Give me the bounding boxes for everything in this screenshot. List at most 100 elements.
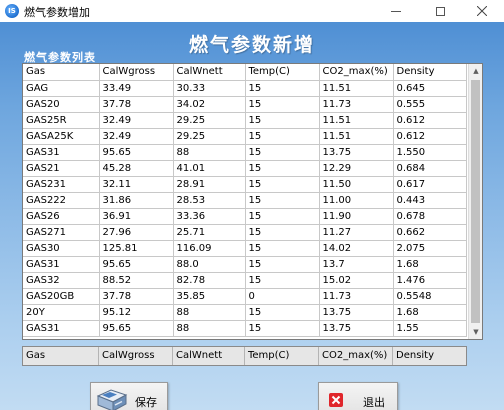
table-row[interactable]: GAS31 95.65 88.0 15 13.7 1.68 [23,256,467,273]
table-row[interactable]: GASA25K 32.49 29.25 15 11.51 0.612 [23,128,467,145]
table-cell[interactable]: 15 [245,112,320,129]
table-cell[interactable]: Temp(C) [245,64,320,81]
table-cell[interactable]: 35.85 [173,288,246,305]
scroll-down-arrow-icon[interactable]: ▼ [469,325,482,339]
table-cell[interactable]: 0.5548 [393,288,467,305]
table-cell[interactable]: CalWgross [99,64,174,81]
scroll-thumb[interactable] [471,80,480,323]
table-cell[interactable]: 15.02 [319,272,394,289]
table-cell[interactable]: GAS20 [23,96,100,113]
table-cell[interactable]: 15 [245,80,320,97]
table-cell[interactable]: 15 [245,272,320,289]
table-cell[interactable]: 29.25 [173,128,246,145]
table-cell[interactable]: 15 [245,256,320,273]
table-cell[interactable]: 95.65 [99,144,174,161]
table-cell[interactable]: 15 [245,208,320,225]
table-cell[interactable]: 1.55 [393,320,467,337]
table-cell[interactable]: 88 [173,320,246,337]
table-cell[interactable]: 88.52 [99,272,174,289]
table-cell[interactable]: GAS231 [23,176,100,193]
table-cell[interactable]: 0.662 [393,224,467,241]
minimize-button[interactable] [376,0,416,22]
table-cell[interactable]: 2.075 [393,240,467,257]
table-cell[interactable]: 29.25 [173,112,246,129]
table-cell[interactable]: Gas [23,64,100,81]
table-cell[interactable]: GAS30 [23,240,100,257]
save-button[interactable]: 保存 [90,382,168,410]
table-row[interactable]: GAS31 95.65 88 15 13.75 1.550 [23,144,467,161]
density-field[interactable]: Density [393,347,466,365]
table-cell[interactable]: 45.28 [99,160,174,177]
table-row[interactable]: GAS20GB 37.78 35.85 0 11.73 0.5548 [23,288,467,305]
table-cell[interactable]: 15 [245,224,320,241]
table-cell[interactable]: 88.0 [173,256,246,273]
table-cell[interactable]: 12.29 [319,160,394,177]
vertical-scrollbar[interactable]: ▲ ▼ [468,64,482,339]
table-cell[interactable]: 125.81 [99,240,174,257]
table-cell[interactable]: 11.00 [319,192,394,209]
table-cell[interactable]: 82.78 [173,272,246,289]
table-cell[interactable]: 15 [245,144,320,161]
table-cell[interactable]: 0.684 [393,160,467,177]
table-cell[interactable]: 0.678 [393,208,467,225]
maximize-button[interactable] [420,0,460,22]
table-cell[interactable]: GAS271 [23,224,100,241]
table-cell[interactable]: CalWnett [173,64,246,81]
table-cell[interactable]: CO2_max(%) [319,64,394,81]
table-row[interactable]: GAS32 88.52 82.78 15 15.02 1.476 [23,272,467,289]
table-row[interactable]: GAS31 95.65 88 15 13.75 1.55 [23,320,467,337]
table-cell[interactable]: 1.68 [393,256,467,273]
table-cell[interactable]: 1.550 [393,144,467,161]
table-row[interactable]: GAS26 36.91 33.36 15 11.90 0.678 [23,208,467,225]
table-cell[interactable]: 15 [245,96,320,113]
table-cell[interactable]: 33.36 [173,208,246,225]
table-row[interactable]: 20Y 95.12 88 15 13.75 1.68 [23,304,467,321]
table-row[interactable]: GAS30 125.81 116.09 15 14.02 2.075 [23,240,467,257]
table-cell[interactable]: 1.476 [393,272,467,289]
co2-max-field[interactable]: CO2_max(%) [319,347,393,365]
table-cell[interactable]: 95.65 [99,256,174,273]
table-cell[interactable]: 0.555 [393,96,467,113]
table-cell[interactable]: 95.12 [99,304,174,321]
table-cell[interactable]: 20Y [23,304,100,321]
table-cell[interactable]: 32.11 [99,176,174,193]
table-cell[interactable]: 37.78 [99,96,174,113]
table-cell[interactable]: 27.96 [99,224,174,241]
table-row[interactable]: GAS222 31.86 28.53 15 11.00 0.443 [23,192,467,209]
table-cell[interactable]: 28.53 [173,192,246,209]
table-cell[interactable]: 1.68 [393,304,467,321]
table-cell[interactable]: GAS31 [23,256,100,273]
table-header-row[interactable]: Gas CalWgross CalWnett Temp(C) CO2_max(%) Den… [23,64,467,81]
table-cell[interactable]: GAG [23,80,100,97]
table-cell[interactable]: 13.7 [319,256,394,273]
table-cell[interactable]: 28.91 [173,176,246,193]
table-cell[interactable]: 31.86 [99,192,174,209]
table-cell[interactable]: 37.78 [99,288,174,305]
table-cell[interactable]: 15 [245,320,320,337]
table-cell[interactable]: 88 [173,304,246,321]
table-cell[interactable]: 11.90 [319,208,394,225]
table-row[interactable]: GAS21 45.28 41.01 15 12.29 0.684 [23,160,467,177]
table-cell[interactable]: 11.27 [319,224,394,241]
scroll-up-arrow-icon[interactable]: ▲ [469,64,482,78]
table-cell[interactable]: 0.645 [393,80,467,97]
table-cell[interactable]: 13.75 [319,320,394,337]
table-cell[interactable]: 11.51 [319,112,394,129]
table-cell[interactable]: 88 [173,144,246,161]
table-cell[interactable]: 25.71 [173,224,246,241]
table-cell[interactable]: 15 [245,240,320,257]
table-cell[interactable]: GAS31 [23,144,100,161]
table-cell[interactable]: GAS26 [23,208,100,225]
table-cell[interactable]: 15 [245,160,320,177]
table-cell[interactable]: GAS21 [23,160,100,177]
table-row[interactable]: GAS271 27.96 25.71 15 11.27 0.662 [23,224,467,241]
table-cell[interactable]: GAS25R [23,112,100,129]
table-row[interactable]: GAG 33.49 30.33 15 11.51 0.645 [23,80,467,97]
exit-button[interactable]: 退出 [318,382,398,410]
calwgross-field[interactable]: CalWgross [99,347,173,365]
gas-name-field[interactable]: Gas [23,347,99,365]
table-row[interactable]: GAS20 37.78 34.02 15 11.73 0.555 [23,96,467,113]
table-cell[interactable]: GAS20GB [23,288,100,305]
table-cell[interactable]: 34.02 [173,96,246,113]
table-cell[interactable]: 36.91 [99,208,174,225]
